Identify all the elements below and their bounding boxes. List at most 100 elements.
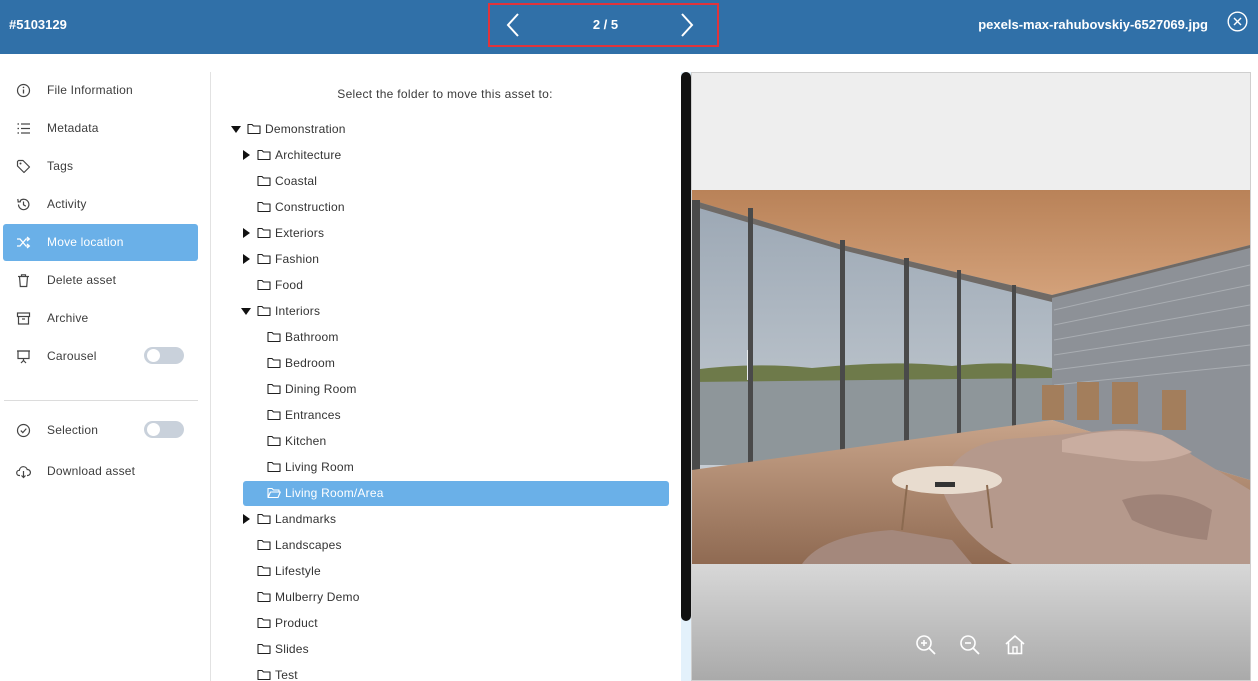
folder-prompt: Select the folder to move this asset to: xyxy=(337,87,553,101)
sidebar-item-label: File Information xyxy=(47,83,133,97)
history-icon xyxy=(17,198,30,211)
folder-label: Coastal xyxy=(275,174,318,188)
folder-icon xyxy=(257,201,271,213)
folder-row-food[interactable]: Food xyxy=(243,273,669,298)
home-icon[interactable] xyxy=(1003,633,1027,657)
folder-row-lifestyle[interactable]: Lifestyle xyxy=(243,559,669,584)
scrollbar-thumb[interactable] xyxy=(681,72,691,621)
folder-label: Landmarks xyxy=(275,512,337,526)
folder-row-exteriors[interactable]: Exteriors xyxy=(243,221,669,246)
folder-row-interiors[interactable]: Interiors xyxy=(241,299,669,324)
asset-navigator: 2 / 5 xyxy=(488,3,719,47)
sidebar-item-download-asset[interactable]: Download asset xyxy=(3,453,198,490)
folder-label: Test xyxy=(275,668,298,681)
folder-row-kitchen[interactable]: Kitchen xyxy=(243,429,669,454)
folder-label: Construction xyxy=(275,200,345,214)
toggle-knob xyxy=(147,349,160,362)
folder-row-mulberry-demo[interactable]: Mulberry Demo xyxy=(243,585,669,610)
folder-label: Food xyxy=(275,278,304,292)
folder-label: Living Room xyxy=(285,460,354,474)
folder-row-living-room-area[interactable]: Living Room/Area xyxy=(243,481,669,506)
close-icon[interactable] xyxy=(1227,11,1248,32)
folder-row-dining-room[interactable]: Dining Room xyxy=(243,377,669,402)
folder-row-architecture[interactable]: Architecture xyxy=(243,143,669,168)
sidebar-item-label: Download asset xyxy=(47,464,136,478)
sidebar-item-carousel: Carousel xyxy=(3,338,198,375)
folder-row-coastal[interactable]: Coastal xyxy=(243,169,669,194)
previous-asset-icon[interactable] xyxy=(504,11,524,39)
shuffle-icon xyxy=(17,236,31,249)
sidebar-item-tags[interactable]: Tags xyxy=(3,148,198,185)
zoom-out-icon[interactable] xyxy=(958,633,982,657)
folder-row-landscapes[interactable]: Landscapes xyxy=(243,533,669,558)
folder-icon xyxy=(267,383,281,395)
folder-row-product[interactable]: Product xyxy=(243,611,669,636)
folder-row-demonstration[interactable]: Demonstration xyxy=(231,117,669,142)
folder-icon xyxy=(257,227,271,239)
sidebar-item-label: Move location xyxy=(47,235,124,249)
check-circle-icon xyxy=(16,423,31,438)
caret-right-icon[interactable] xyxy=(241,514,251,524)
folder-label: Landscapes xyxy=(275,538,342,552)
folder-icon xyxy=(267,331,281,343)
folder-icon xyxy=(257,279,271,291)
asset-id: #5103129 xyxy=(9,17,67,32)
caret-down-icon[interactable] xyxy=(231,124,241,134)
sidebar-item-label: Tags xyxy=(47,159,74,173)
folder-icon xyxy=(257,253,271,265)
folder-icon xyxy=(257,305,271,317)
folder-label: Bathroom xyxy=(285,330,339,344)
folder-panel: Select the folder to move this asset to:… xyxy=(212,72,678,681)
sidebar-item-file-information[interactable]: File Information xyxy=(3,72,198,109)
toggle-knob xyxy=(147,423,160,436)
folder-row-entrances[interactable]: Entrances xyxy=(243,403,669,428)
folder-row-slides[interactable]: Slides xyxy=(243,637,669,662)
sidebar-item-metadata[interactable]: Metadata xyxy=(3,110,198,147)
sidebar-divider xyxy=(4,400,198,401)
sidebar-item-label: Delete asset xyxy=(47,273,117,287)
cloud-download-icon xyxy=(16,466,31,479)
info-icon xyxy=(16,83,31,98)
folder-label: Demonstration xyxy=(265,122,346,136)
folder-label: Architecture xyxy=(275,148,342,162)
folder-label: Exteriors xyxy=(275,226,325,240)
folder-row-landmarks[interactable]: Landmarks xyxy=(243,507,669,532)
sidebar-item-label: Archive xyxy=(47,311,89,325)
folder-row-test[interactable]: Test xyxy=(243,663,669,681)
folder-icon xyxy=(257,539,271,551)
carousel-toggle[interactable] xyxy=(144,347,184,364)
folder-row-bathroom[interactable]: Bathroom xyxy=(243,325,669,350)
folder-row-fashion[interactable]: Fashion xyxy=(243,247,669,272)
caret-right-icon[interactable] xyxy=(241,254,251,264)
sidebar-item-archive[interactable]: Archive xyxy=(3,300,198,337)
sidebar-item-delete-asset[interactable]: Delete asset xyxy=(3,262,198,299)
folder-label: Bedroom xyxy=(285,356,336,370)
sidebar-item-activity[interactable]: Activity xyxy=(3,186,198,223)
folder-label: Slides xyxy=(275,642,309,656)
caret-right-icon[interactable] xyxy=(241,228,251,238)
next-asset-icon[interactable] xyxy=(676,11,696,39)
folder-row-living-room[interactable]: Living Room xyxy=(243,455,669,480)
caret-down-icon[interactable] xyxy=(241,306,251,316)
sidebar-item-label: Activity xyxy=(47,197,87,211)
caret-right-icon[interactable] xyxy=(241,150,251,160)
sidebar-item-label: Selection xyxy=(47,423,99,437)
folder-icon xyxy=(267,461,281,473)
folder-row-construction[interactable]: Construction xyxy=(243,195,669,220)
folder-icon xyxy=(257,591,271,603)
zoom-in-icon[interactable] xyxy=(914,633,938,657)
file-name: pexels-max-rahubovskiy-6527069.jpg xyxy=(978,17,1208,32)
top-bar: #5103129 2 / 5 pexels-max-rahubovskiy-65… xyxy=(0,0,1258,54)
asset-photo xyxy=(692,190,1250,564)
list-icon xyxy=(17,123,30,134)
sidebar: File Information Metadata Tags Activity xyxy=(0,72,211,681)
folder-label: Dining Room xyxy=(285,382,357,396)
folder-label: Product xyxy=(275,616,318,630)
selection-toggle[interactable] xyxy=(144,421,184,438)
asset-counter: 2 / 5 xyxy=(592,17,619,32)
image-preview xyxy=(691,72,1251,681)
sidebar-item-label: Metadata xyxy=(47,121,99,135)
sidebar-item-move-location[interactable]: Move location xyxy=(3,224,198,261)
folder-icon xyxy=(257,149,271,161)
folder-row-bedroom[interactable]: Bedroom xyxy=(243,351,669,376)
